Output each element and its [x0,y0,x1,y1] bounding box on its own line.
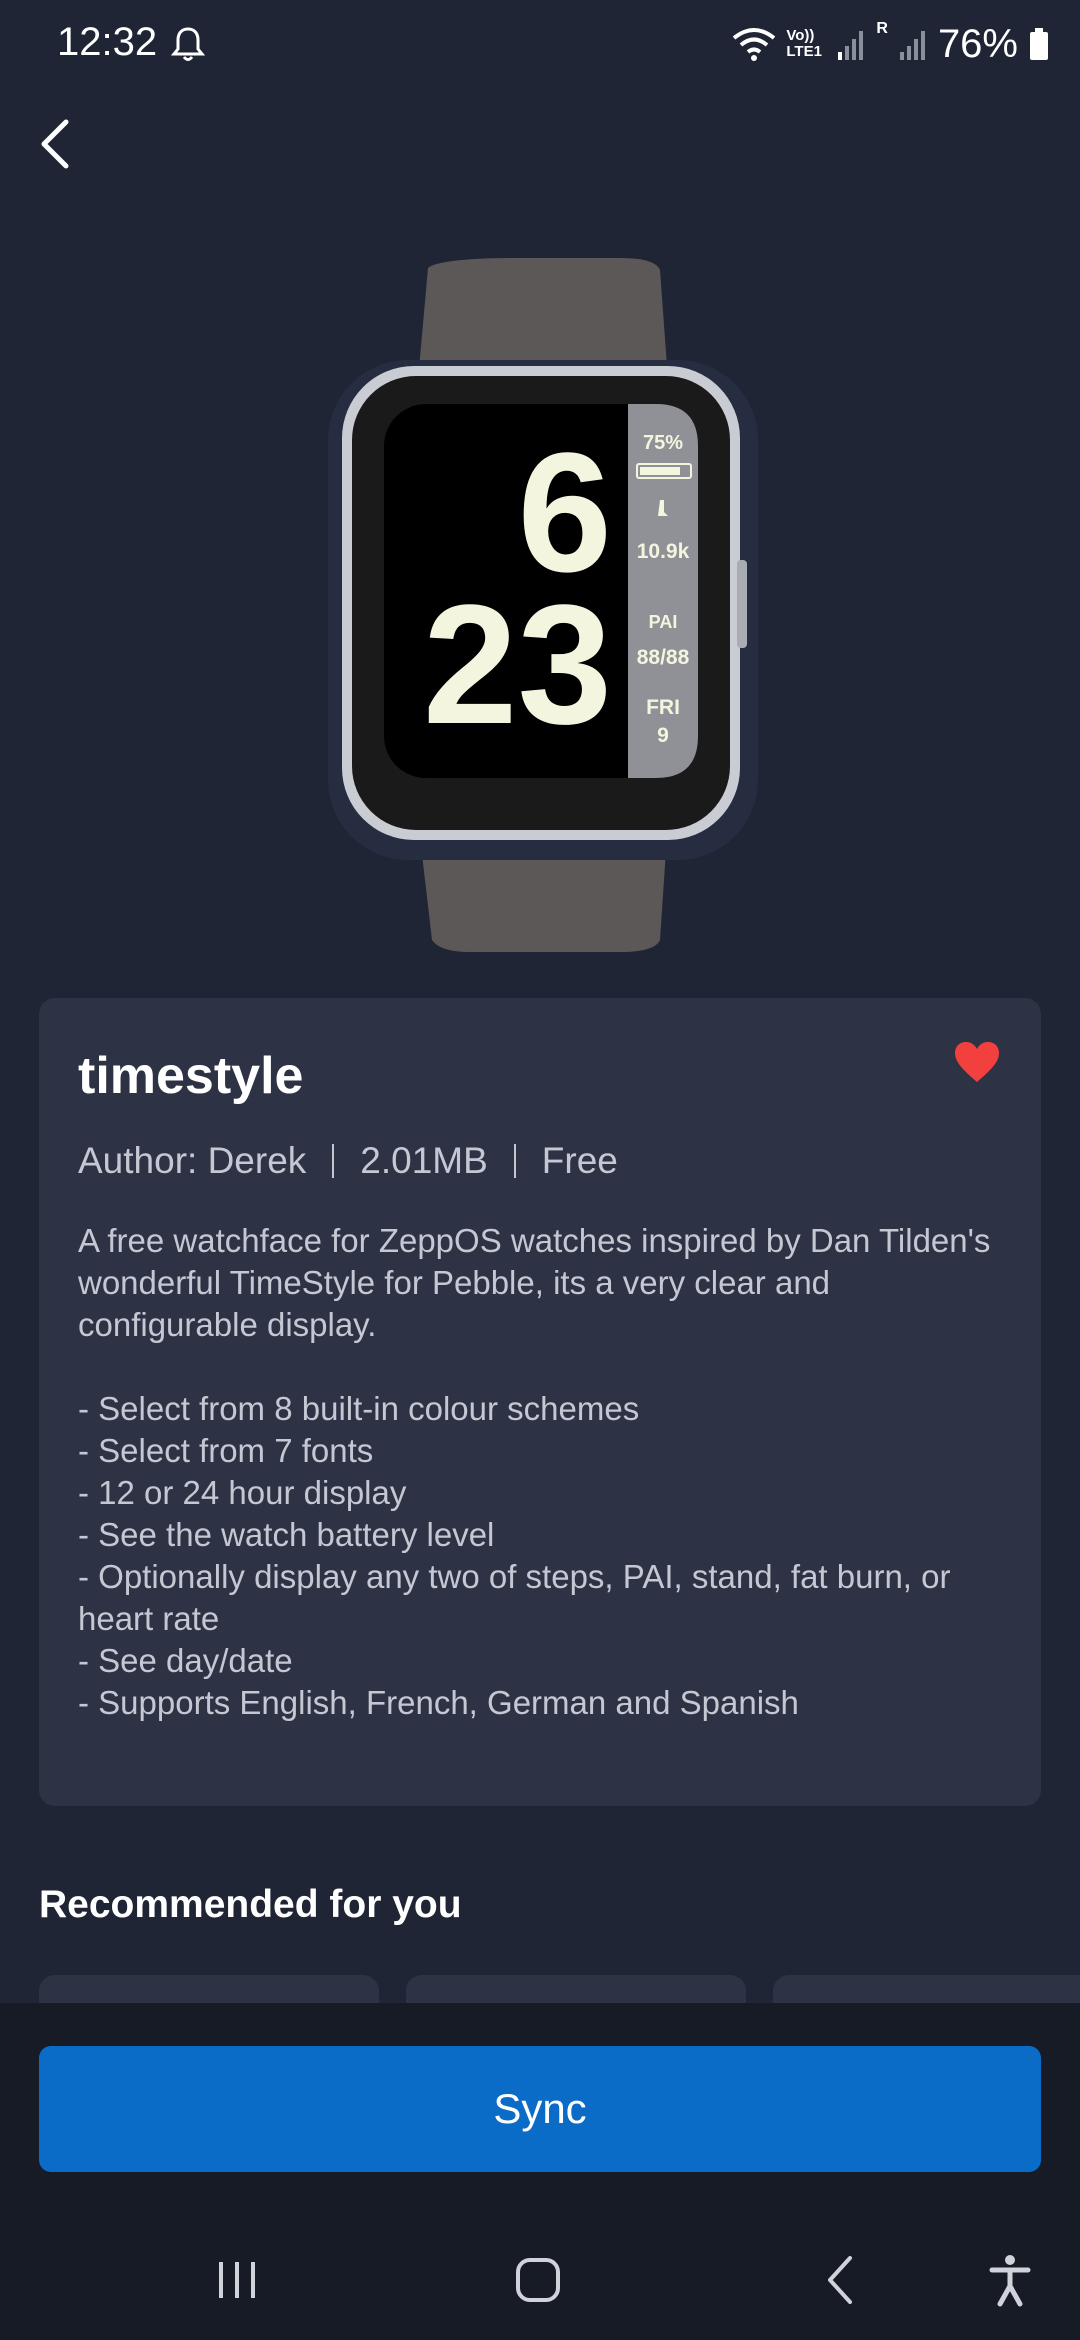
recent-apps-icon[interactable] [207,2252,267,2308]
home-icon[interactable] [508,2252,568,2308]
notification-bell-icon [170,27,206,61]
status-bar: 12:32 Vo)) LTE1 R 76% [0,0,1080,90]
author-label: Author: Derek [78,1140,307,1181]
status-icons: Vo)) LTE1 R 76% [732,20,1050,68]
accessibility-icon[interactable] [980,2252,1040,2308]
watchface-description: A free watchface for ZeppOS watches insp… [78,1222,991,1721]
signal-icon [838,31,864,60]
watch-preview: 6 23 75% 10.9k PAI 88/88 FRI 9 [0,250,1080,960]
signal-roaming-icon [899,31,925,60]
watch-steps: 10.9k [636,540,690,563]
system-nav-bar [0,2220,1080,2340]
network-type-label: Vo)) LTE1 [786,27,822,60]
sync-button[interactable]: Sync [39,2046,1041,2172]
watch-pai-value: 88/88 [636,646,690,669]
meta-divider [513,1144,516,1178]
file-size: 2.01MB [360,1140,488,1181]
watchface-detail-card: timestyle Author: Derek 2.01MB Free A fr… [39,998,1041,1806]
watchface-meta: Author: Derek 2.01MB Free [78,1140,618,1182]
back-button[interactable] [36,116,76,172]
watchface-title: timestyle [78,1047,304,1105]
roaming-indicator: R [876,20,888,37]
recommended-heading: Recommended for you [39,1883,462,1926]
watch-pai-label: PAI [648,612,678,632]
watch-day: FRI [646,696,680,719]
watch-hour: 6 [517,418,612,608]
back-nav-icon[interactable] [812,2252,872,2308]
status-time: 12:32 [57,20,158,64]
meta-divider [332,1144,335,1178]
battery-percent: 76% [937,21,1018,66]
watch-date: 9 [657,724,669,747]
battery-icon [1030,28,1048,60]
favorite-heart-icon[interactable] [953,1040,1001,1084]
price-label: Free [541,1140,618,1181]
watch-battery: 75% [642,432,684,454]
watch-minute: 23 [422,570,612,760]
wifi-icon [733,28,776,61]
